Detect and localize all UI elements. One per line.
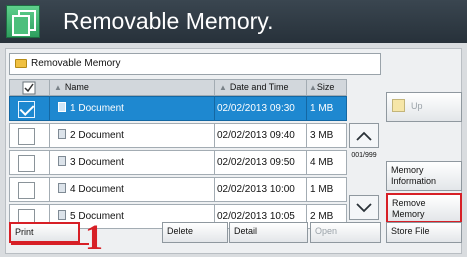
row-name: Document <box>78 157 124 168</box>
title-bar: Removable Memory. <box>0 0 467 43</box>
remove-memory-button[interactable]: Remove Memory <box>386 193 462 223</box>
row-name: Document <box>78 130 124 141</box>
row-checkbox-cell[interactable] <box>9 177 50 202</box>
document-icon <box>58 210 66 221</box>
copy-document-icon <box>6 5 40 38</box>
open-button[interactable]: Open <box>310 222 381 243</box>
row-name: Document <box>78 184 124 195</box>
row-number: 5 <box>70 211 76 222</box>
row-number: 4 <box>70 184 76 195</box>
document-icon <box>58 129 66 140</box>
store-file-button[interactable]: Store File <box>386 222 462 243</box>
row-checkbox-cell[interactable] <box>9 96 50 121</box>
column-header-name-label: Name <box>64 82 89 92</box>
table-row[interactable]: 3 Document 02/02/2013 09:50 4 MB <box>9 150 347 175</box>
column-header-size[interactable]: ▲Size <box>306 79 347 96</box>
row-checkbox[interactable] <box>18 101 35 118</box>
date-cell: 02/02/2013 09:30 <box>214 96 307 121</box>
size-cell: 3 MB <box>306 123 347 148</box>
name-cell: 2 Document <box>49 123 215 148</box>
row-checkbox-cell[interactable] <box>9 123 50 148</box>
row-name: Document <box>78 103 124 114</box>
row-number: 2 <box>70 130 76 141</box>
table-row[interactable]: 1 Document 02/02/2013 09:30 1 MB <box>9 96 347 121</box>
breadcrumb: Removable Memory <box>9 53 381 75</box>
chevron-up-icon <box>356 131 372 141</box>
step-callout-number: 1 <box>85 217 103 257</box>
document-icon <box>58 102 66 113</box>
size-cell: 4 MB <box>306 150 347 175</box>
memory-information-button[interactable]: Memory Information <box>386 161 462 191</box>
scroll-down-button[interactable] <box>349 195 379 220</box>
sort-icon: ▲ <box>219 83 227 92</box>
size-cell: 1 MB <box>306 177 347 202</box>
page-title: Removable Memory. <box>63 8 274 34</box>
document-icon <box>58 156 66 167</box>
folder-up-icon <box>392 99 405 112</box>
scroll-up-button[interactable] <box>349 123 379 148</box>
folder-icon <box>15 59 27 68</box>
date-cell: 02/02/2013 10:00 <box>214 177 307 202</box>
column-header-date[interactable]: ▲ Date and Time <box>214 79 307 96</box>
name-cell: 1 Document <box>49 96 215 121</box>
up-button-label: Up <box>411 101 423 111</box>
row-number: 1 <box>70 103 76 114</box>
row-checkbox[interactable] <box>18 128 35 145</box>
column-header-date-label: Date and Time <box>229 82 289 92</box>
row-number: 3 <box>70 157 76 168</box>
sort-icon: ▲ <box>309 83 317 92</box>
up-button[interactable]: Up <box>386 92 462 122</box>
table-row[interactable]: 4 Document 02/02/2013 10:00 1 MB <box>9 177 347 202</box>
column-header-name[interactable]: ▲ Name <box>49 79 215 96</box>
size-cell: 1 MB <box>306 96 347 121</box>
row-checkbox[interactable] <box>18 182 35 199</box>
print-button[interactable]: Print <box>9 222 80 243</box>
select-all-checkbox[interactable] <box>9 79 50 96</box>
page-counter: 001/999 <box>351 152 377 159</box>
callout-underline <box>11 243 89 245</box>
chevron-down-icon <box>356 203 372 213</box>
delete-button[interactable]: Delete <box>162 222 228 243</box>
detail-button[interactable]: Detail <box>229 222 308 243</box>
breadcrumb-label: Removable Memory <box>31 58 121 69</box>
sort-icon: ▲ <box>54 83 62 92</box>
name-cell: 3 Document <box>49 150 215 175</box>
name-cell: 4 Document <box>49 177 215 202</box>
document-icon <box>58 183 66 194</box>
date-cell: 02/02/2013 09:50 <box>214 150 307 175</box>
row-checkbox[interactable] <box>18 155 35 172</box>
table-row[interactable]: 2 Document 02/02/2013 09:40 3 MB <box>9 123 347 148</box>
row-checkbox-cell[interactable] <box>9 150 50 175</box>
date-cell: 02/02/2013 09:40 <box>214 123 307 148</box>
column-header-size-label: Size <box>316 82 335 92</box>
